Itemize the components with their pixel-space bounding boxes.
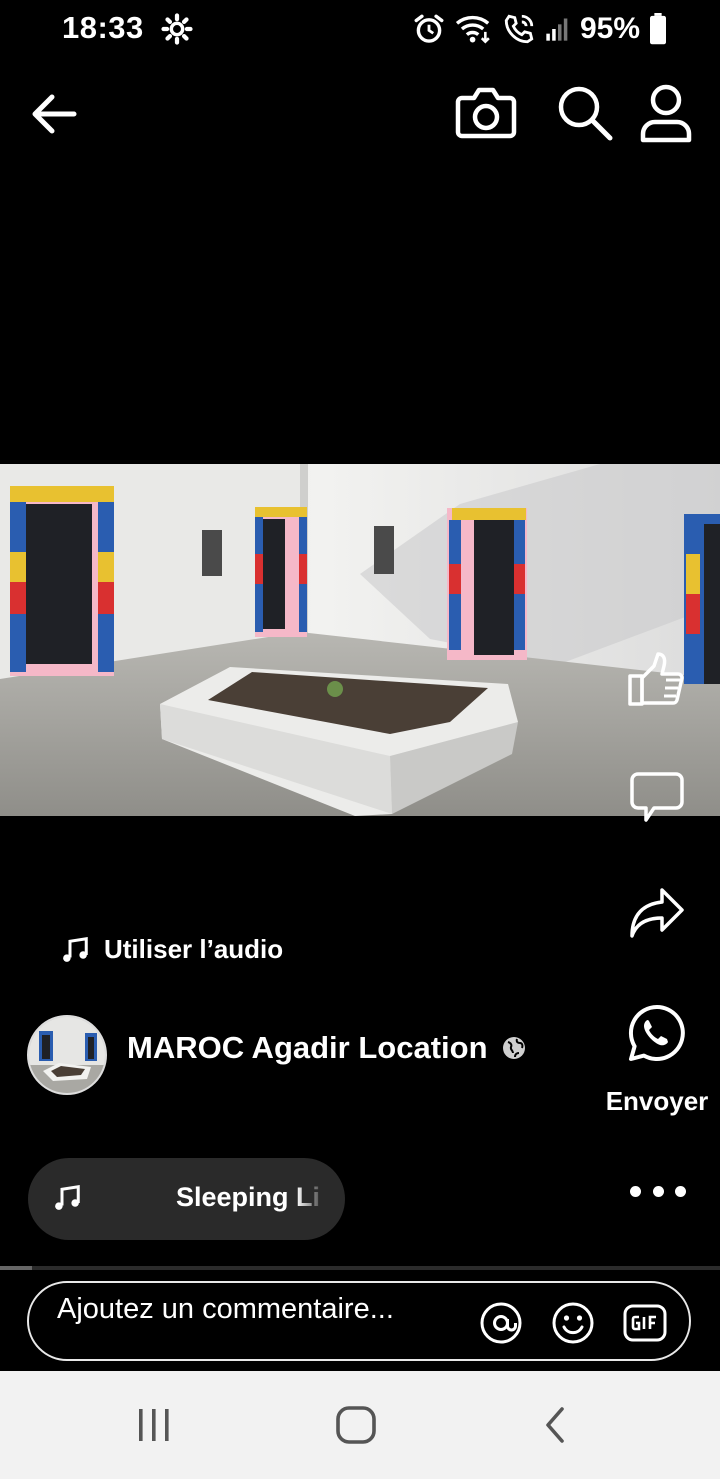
video-progress-fill: [0, 1266, 32, 1270]
signal-icon: [546, 18, 568, 41]
post-image: [0, 464, 720, 816]
mention-icon[interactable]: [479, 1301, 523, 1345]
gif-icon[interactable]: [623, 1301, 667, 1345]
wifi-icon: [455, 15, 490, 44]
alarm-icon: [414, 14, 444, 43]
more-dot: [675, 1185, 686, 1197]
avatar-image: [29, 1017, 105, 1093]
battery-icon: [650, 13, 667, 45]
music-note-icon: [63, 936, 88, 962]
comment-icon[interactable]: [628, 768, 686, 826]
more-dot: [652, 1185, 664, 1197]
recents-icon[interactable]: [134, 1407, 174, 1443]
video-progress-track[interactable]: [0, 1266, 720, 1270]
share-icon[interactable]: [626, 884, 686, 942]
post-media[interactable]: [0, 464, 720, 816]
emoji-icon[interactable]: [551, 1301, 595, 1345]
status-time: 18:33: [62, 10, 144, 45]
battery-percent: 95%: [580, 12, 641, 45]
back-arrow-icon[interactable]: [24, 84, 84, 144]
comment-placeholder: Ajoutez un commentaire...: [57, 1293, 394, 1325]
comment-input[interactable]: Ajoutez un commentaire...: [27, 1281, 691, 1361]
send-label[interactable]: Envoyer: [598, 1086, 716, 1117]
globe-icon: [502, 1037, 525, 1059]
wifi-call-icon: [504, 14, 534, 44]
page-name[interactable]: MAROC Agadir Location: [127, 1030, 488, 1066]
use-audio-link[interactable]: Utiliser l’audio: [60, 934, 283, 965]
thumbs-up-icon[interactable]: [624, 650, 688, 710]
nav-back-icon[interactable]: [540, 1405, 570, 1445]
status-icons: 95%: [412, 10, 668, 48]
profile-icon[interactable]: [638, 82, 694, 144]
more-dot: [630, 1185, 641, 1197]
home-icon[interactable]: [334, 1405, 378, 1445]
whatsapp-icon[interactable]: [626, 1002, 688, 1064]
music-title: Sleeping Li: [176, 1182, 321, 1212]
avatar[interactable]: [27, 1015, 107, 1095]
use-audio-label: Utiliser l’audio: [104, 934, 284, 964]
music-pill[interactable]: Sleeping Li: [28, 1158, 345, 1240]
gear-icon: [161, 13, 193, 45]
page-name-row[interactable]: MAROC Agadir Location: [127, 1030, 526, 1066]
music-note-icon: [55, 1185, 80, 1210]
system-nav-bar: [0, 1371, 720, 1479]
camera-icon[interactable]: [454, 84, 518, 142]
search-icon[interactable]: [554, 82, 616, 144]
more-icon[interactable]: [630, 1176, 686, 1206]
